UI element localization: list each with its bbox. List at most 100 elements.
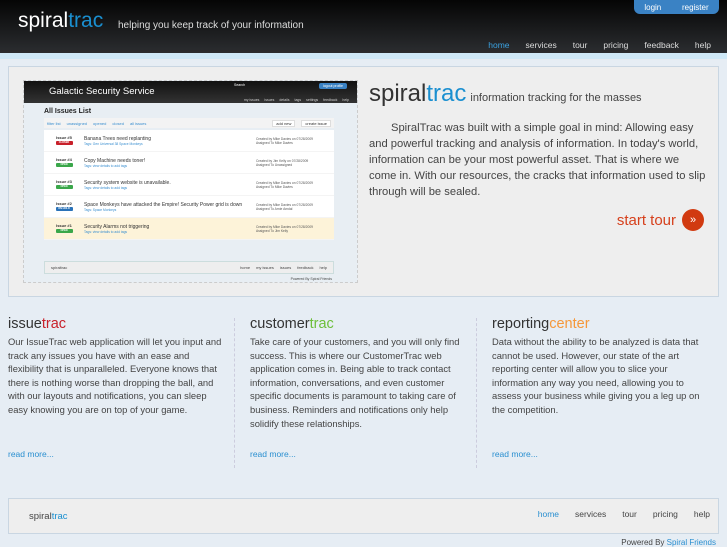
footer-nav-pricing[interactable]: pricing: [653, 509, 678, 519]
read-more-link[interactable]: read more...: [8, 449, 54, 459]
screenshot-issue-meta: Created by Mike Davies on 07/28/2009 Assi…: [256, 137, 328, 145]
screenshot-button: create issue: [301, 119, 331, 127]
feature-description: Data without the ability to be analyzed …: [492, 336, 700, 415]
screenshot-nav-item: help: [342, 98, 349, 102]
screenshot-filter: all issues: [129, 120, 147, 126]
footer-logo-a: spiral: [29, 511, 52, 522]
read-more-link[interactable]: read more...: [250, 449, 296, 459]
powered-label: Powered By: [621, 538, 665, 547]
issue-assigned: Assigned To Mike Davies: [256, 184, 293, 189]
footer-logo[interactable]: spiraltrac: [29, 511, 68, 522]
screenshot-issue-number: Issue #5 CLOSED: [50, 135, 78, 146]
register-link[interactable]: register: [682, 3, 709, 12]
screenshot-issue-row: Issue #5 CLOSED Banana Trees need replanti…: [44, 130, 334, 152]
screenshot-issue-number: Issue #2 ON HOLD: [50, 201, 78, 212]
feature-title-a: customer: [250, 316, 310, 332]
powered-link[interactable]: Spiral Friends: [667, 538, 716, 547]
screenshot-filter: closed: [112, 120, 124, 126]
screenshot-issue-title: Security Alarms not triggering Tags: view…: [78, 224, 256, 234]
issue-tags: Tags: view details to add tags: [84, 163, 128, 168]
issue-status-badge: ON HOLD: [55, 207, 73, 211]
hero-panel: Galactic Security Service Search logout …: [8, 66, 719, 297]
screenshot-footer-nav-item: home: [240, 265, 251, 270]
issue-num: Issue #1: [56, 223, 72, 228]
screenshot-list-title: All Issues List: [44, 108, 92, 115]
screenshot-issue-list: Issue #5 CLOSED Banana Trees need replanti…: [44, 130, 334, 240]
hero-subtitle: information tracking for the masses: [470, 92, 642, 104]
logo[interactable]: spiraltrac: [18, 9, 103, 33]
screenshot-issue-row: Issue #3 OPEN Security system website is u…: [44, 174, 334, 196]
feature-title-a: reporting: [492, 316, 550, 332]
feature-description: Our IssueTrac web application will let y…: [8, 336, 222, 415]
screenshot-header: Galactic Security Service Search logout …: [24, 81, 357, 103]
screenshot-issue-title: Security system website is unavailable. T…: [78, 180, 256, 190]
screenshot-issue-title: Copy Machine needs toner! Tags: view deta…: [78, 158, 256, 168]
feature-reporting: reportingcenter Data without the ability …: [492, 316, 707, 459]
footer-logo-b: trac: [51, 511, 68, 522]
hero-title: spiraltrac information tracking for the m…: [369, 80, 642, 108]
issue-tags: Tags: Space Monkeys: [84, 207, 117, 212]
nav-help[interactable]: help: [695, 40, 711, 50]
screenshot-nav-item: my issues: [243, 98, 260, 102]
nav-tour[interactable]: tour: [573, 40, 588, 50]
feature-title: reportingcenter: [492, 316, 707, 332]
screenshot-footer-nav-item: my issues: [256, 265, 274, 270]
site-footer: spiraltrac home services tour pricing help: [8, 498, 719, 534]
issue-title: Space Monkeys have attacked the Empire! …: [84, 201, 243, 208]
screenshot-button: add new: [272, 119, 296, 127]
screenshot-issue-row: Issue #2 ON HOLD Space Monkeys have attack…: [44, 196, 334, 218]
feature-title: issuetrac: [8, 316, 223, 332]
feature-description: Take care of your customers, and you wil…: [250, 336, 460, 429]
screenshot-footer-nav: home my issues issues feedback help: [240, 265, 327, 270]
footer-nav-help[interactable]: help: [694, 509, 710, 519]
issue-assigned: Assigned To Arnie Amdal: [256, 206, 293, 211]
divider: [476, 318, 477, 468]
screenshot-title: Galactic Security Service: [49, 86, 155, 97]
issue-num: Issue #5: [56, 135, 72, 140]
issue-num: Issue #4: [56, 157, 72, 162]
feature-customer: customertrac Take care of your customers,…: [250, 316, 465, 459]
hero-title-a: spiral: [369, 80, 427, 107]
main-nav: home services tour pricing feedback help: [488, 40, 711, 50]
start-tour-button[interactable]: start tour »: [617, 209, 704, 231]
nav-feedback[interactable]: feedback: [644, 40, 679, 50]
nav-services[interactable]: services: [526, 40, 557, 50]
screenshot-issue-meta: Created by Mike Davies on 07/28/2009 Assi…: [256, 203, 328, 211]
screenshot-issue-meta: Created by Jim Kelly on 07/28/2009 Assign…: [256, 159, 328, 167]
screenshot-auth: logout profile: [318, 83, 347, 89]
issue-status-badge: OPEN: [55, 185, 73, 189]
issue-assigned: Assigned To Jim Kelly: [256, 228, 289, 233]
screenshot-footer: spiraltrac home my issues issues feedback he…: [44, 261, 334, 274]
read-more-link[interactable]: read more...: [492, 449, 538, 459]
header-strip: [0, 53, 727, 59]
issue-tags: Tags: view details to add tags: [84, 185, 128, 190]
screenshot-footer-nav-item: issues: [279, 265, 292, 270]
screenshot-powered: Powered By Spiral Friends: [290, 277, 332, 281]
issue-assigned: Assigned To Mike Davies: [256, 140, 293, 145]
screenshot-issue-meta: Created by Mike Davies on 07/28/2009 Assi…: [256, 225, 328, 233]
screenshot-filter-bar: filter list unassigned opened closed all iss…: [44, 118, 334, 128]
feature-title-a: issue: [8, 316, 42, 332]
nav-home[interactable]: home: [488, 40, 509, 50]
footer-nav-home[interactable]: home: [538, 509, 559, 519]
login-link[interactable]: login: [644, 3, 661, 12]
screenshot-filter: opened: [93, 120, 107, 126]
footer-nav: home services tour pricing help: [538, 509, 710, 519]
screenshot-nav-item: details: [279, 98, 290, 102]
screenshot-nav-item: feedback: [323, 98, 338, 102]
issue-tags: Tags: view details to add tags: [84, 229, 128, 234]
screenshot-footer-nav-item: feedback: [297, 265, 314, 270]
screenshot-issue-number: Issue #4 OPEN: [50, 157, 78, 168]
screenshot-footer-logo: spiraltrac: [51, 265, 68, 270]
footer-nav-tour[interactable]: tour: [622, 509, 637, 519]
screenshot-issue-row: Issue #4 OPEN Copy Machine needs toner! Tag…: [44, 152, 334, 174]
site-header: spiraltrac helping you keep track of you…: [0, 0, 727, 53]
issue-num: Issue #3: [56, 179, 72, 184]
logo-part: trac: [68, 9, 104, 32]
hero-title-b: trac: [426, 80, 467, 107]
app-screenshot: Galactic Security Service Search logout …: [23, 80, 358, 283]
nav-pricing[interactable]: pricing: [603, 40, 628, 50]
issue-status-badge: OPEN: [55, 229, 73, 233]
logo-part: spiral: [18, 9, 69, 32]
footer-nav-services[interactable]: services: [575, 509, 606, 519]
